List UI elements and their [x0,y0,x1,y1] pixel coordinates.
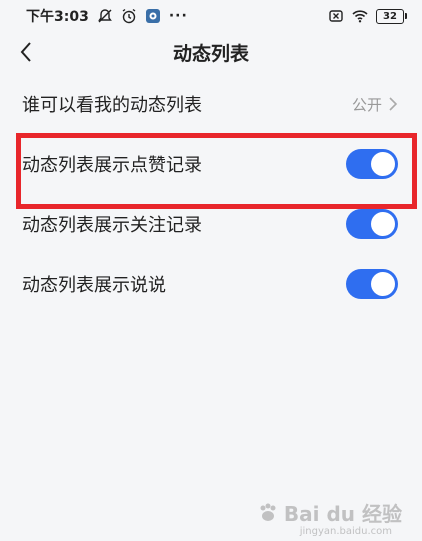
setting-value: 公开 [351,95,382,114]
show-follows-toggle[interactable] [346,209,398,239]
chevron-right-icon [389,97,398,111]
setting-label: 动态列表展示说说 [22,275,166,296]
setting-show-follows: 动态列表展示关注记录 [0,194,422,254]
status-bar-left: 下午3:03 ··· [26,6,188,26]
alarm-icon [122,8,136,24]
no-sim-icon [329,10,343,22]
watermark-text: Bai du 经验 [283,502,402,526]
toggle-knob [371,212,395,236]
setting-who-can-view[interactable]: 谁可以看我的动态列表 公开 [0,74,422,134]
show-posts-toggle[interactable] [346,269,398,299]
watermark: Bai du 经验 [256,498,402,527]
mute-bell-icon [97,9,112,23]
watermark-subtext: jingyan.baidu.com [299,526,392,537]
show-likes-toggle[interactable] [346,149,398,179]
setting-show-posts: 动态列表展示说说 [0,254,422,314]
status-bar-right: 32 [328,8,407,24]
status-time: 下午3:03 [26,9,89,25]
status-bar: 下午3:03 ··· 32 [0,0,422,32]
wifi-icon [352,10,368,23]
app-notification-icon [145,9,160,23]
setting-value-group: 公开 [352,94,398,115]
setting-show-likes: 动态列表展示点赞记录 [0,134,422,194]
more-notifications-dots: ··· [168,8,188,24]
settings-list: 谁可以看我的动态列表 公开 动态列表展示点赞记录 动态列表展示关注记录 动态列表… [0,74,422,314]
setting-label: 谁可以看我的动态列表 [22,95,202,116]
paw-logo-icon [260,503,276,521]
battery-icon: 32 [376,8,407,24]
setting-label: 动态列表展示点赞记录 [22,155,202,176]
toggle-knob [371,272,395,296]
setting-label: 动态列表展示关注记录 [22,215,202,236]
chevron-left-icon [20,42,31,62]
page-title: 动态列表 [172,42,249,65]
nav-bar: 动态列表 [0,32,422,72]
toggle-knob [371,152,395,176]
back-button[interactable] [12,36,40,68]
